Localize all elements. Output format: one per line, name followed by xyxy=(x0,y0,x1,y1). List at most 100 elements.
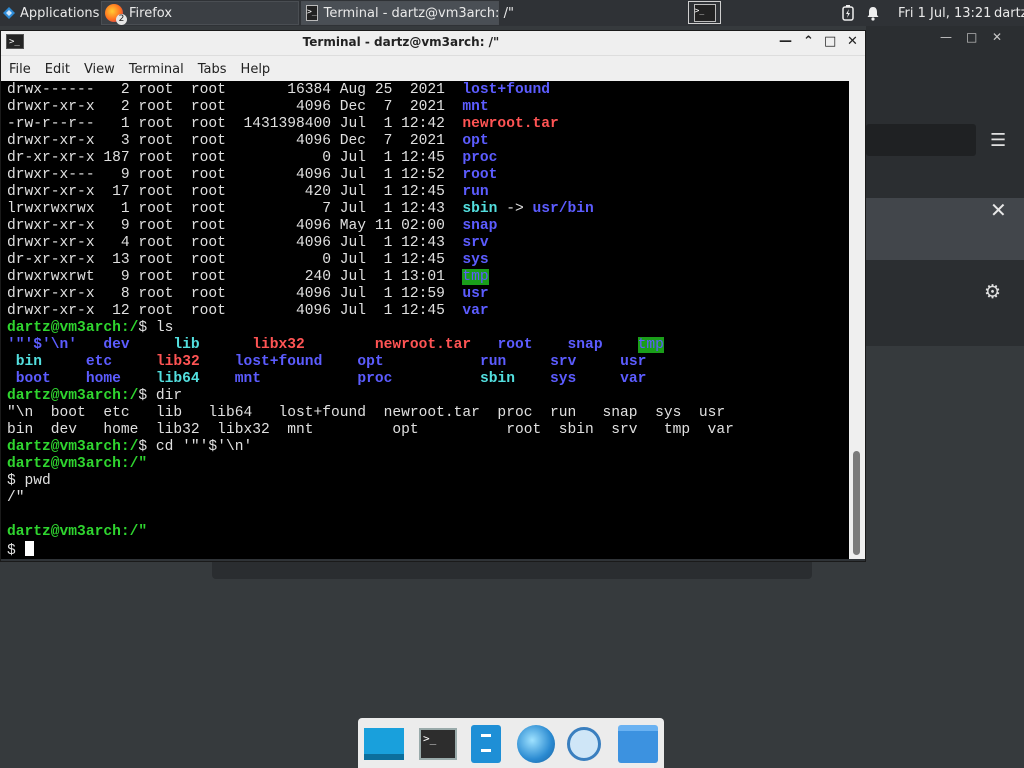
terminal-text-segment: var xyxy=(462,303,489,319)
terminal-scrollbar[interactable] xyxy=(849,81,865,559)
terminal-text-segment: sbin xyxy=(479,371,515,387)
power-icon[interactable] xyxy=(842,0,854,26)
terminal-text-segment: dr-xr-xr-x 13 root root 0 Jul 1 12:45 xyxy=(7,252,463,268)
terminal-line: drwxr-xr-x 9 root root 4096 May 11 02:00… xyxy=(7,218,734,235)
terminal-text-segment: drwxr-xr-x 9 root root 4096 May 11 02:00 xyxy=(7,218,463,234)
menu-view[interactable]: View xyxy=(78,62,121,77)
workspace-switcher[interactable]: >_ xyxy=(688,1,721,24)
dock-show-desktop[interactable] xyxy=(362,723,406,765)
terminal-line: drwx------ 2 root root 16384 Aug 25 2021… xyxy=(7,82,734,99)
background-window: — □ ✕ ☰ ✕ ⚙ xyxy=(866,26,1024,346)
clock[interactable]: Fri 1 Jul, 13:21 xyxy=(898,0,991,26)
dock-file-manager[interactable] xyxy=(616,723,660,765)
notifications-bell-icon[interactable] xyxy=(866,0,880,26)
terminal-text-segment: drwxr-xr-x 12 root root 4096 Jul 1 12:45 xyxy=(7,303,463,319)
terminal-text-segment: $ dir xyxy=(138,388,183,404)
terminal-text-segment: tmp xyxy=(462,269,489,285)
background-address-field[interactable] xyxy=(866,124,976,156)
bg-maximize-icon[interactable]: □ xyxy=(966,30,977,44)
terminal-text-segment: proc xyxy=(357,371,393,387)
battery-icon xyxy=(842,5,854,21)
dock-files[interactable] xyxy=(464,723,508,765)
terminal-text-segment: dev xyxy=(103,337,130,353)
terminal-text-segment: dr-xr-xr-x 187 root root 0 Jul 1 12:45 xyxy=(7,150,463,166)
magnifier-icon xyxy=(567,727,601,761)
terminal-line: dr-xr-xr-x 13 root root 0 Jul 1 12:45 sy… xyxy=(7,252,734,269)
terminal-text-segment: lrwxrwxrwx 1 root root 7 Jul 1 12:43 xyxy=(7,201,463,217)
terminal-text-segment: snap xyxy=(462,218,498,234)
menu-terminal[interactable]: Terminal xyxy=(123,62,190,77)
card-close-icon[interactable]: ✕ xyxy=(990,198,1007,222)
menu-tabs[interactable]: Tabs xyxy=(192,62,233,77)
window-count-badge: 2 xyxy=(116,14,127,25)
taskbar-terminal-label: Terminal - dartz@vm3arch: /" xyxy=(323,5,514,21)
terminal-text-segment: lost+found xyxy=(234,354,323,370)
taskbar-firefox[interactable]: 2 Firefox xyxy=(101,1,299,25)
dock-web-browser[interactable] xyxy=(514,723,558,765)
menu-edit[interactable]: Edit xyxy=(39,62,76,77)
terminal-line: drwxr-xr-x 3 root root 4096 Dec 7 2021 o… xyxy=(7,133,734,150)
terminal-text-segment: boot xyxy=(15,371,51,387)
terminal-title: Terminal - dartz@vm3arch: /" xyxy=(302,35,500,49)
terminal-line: boot home lib64 mnt proc sbin sys var xyxy=(7,371,734,388)
terminal-text-segment: usr xyxy=(620,354,647,370)
firefox-icon: 2 xyxy=(105,4,127,25)
background-notification-card: ✕ xyxy=(866,198,1024,260)
terminal-cursor xyxy=(24,541,34,556)
scrollbar-thumb[interactable] xyxy=(853,451,860,555)
terminal-text-segment: -> xyxy=(497,201,533,217)
terminal-text-segment: lost+found xyxy=(462,82,550,98)
terminal-text-segment: lib32 xyxy=(155,354,200,370)
hamburger-menu-icon[interactable]: ☰ xyxy=(990,130,1006,151)
bg-close-icon[interactable]: ✕ xyxy=(992,30,1002,44)
terminal-text-segment: mnt xyxy=(234,371,261,387)
close-icon[interactable]: ✕ xyxy=(847,34,858,49)
terminal-output[interactable]: drwx------ 2 root root 16384 Aug 25 2021… xyxy=(1,81,849,559)
terminal-text-segment: lib xyxy=(173,337,200,353)
user-menu[interactable]: dartz xyxy=(994,0,1024,26)
terminal-line: drwxrwxrwt 9 root root 240 Jul 1 13:01 t… xyxy=(7,269,734,286)
terminal-line: dartz@vm3arch:/$ cd '"'$'\n' xyxy=(7,439,734,456)
maximize-icon[interactable]: □ xyxy=(824,34,836,49)
terminal-text-segment: $ ls xyxy=(138,320,174,336)
bg-minimize-icon[interactable]: — xyxy=(940,30,952,44)
terminal-line: bin dev home lib32 libx32 mnt opt root s… xyxy=(7,422,734,439)
terminal-text-segment: root xyxy=(462,167,498,183)
terminal-text-segment: newroot.tar xyxy=(374,337,472,353)
terminal-app-icon: >_ xyxy=(419,728,457,760)
gear-icon[interactable]: ⚙ xyxy=(984,281,1001,303)
terminal-text-segment: drwxr-x--- 9 root root 4096 Jul 1 12:52 xyxy=(7,167,463,183)
menu-file[interactable]: File xyxy=(3,62,37,77)
applications-label: Applications xyxy=(20,5,100,21)
terminal-text-segment: opt xyxy=(357,354,384,370)
terminal-text-segment: run xyxy=(462,184,489,200)
applications-menu[interactable]: Applications xyxy=(0,0,99,26)
globe-icon xyxy=(517,725,555,763)
minimize-icon[interactable]: — xyxy=(779,34,792,49)
menu-help[interactable]: Help xyxy=(235,62,277,77)
background-window-titlebar: — □ ✕ xyxy=(866,26,1024,50)
terminal-text-segment: dartz@vm3arch:/ xyxy=(7,388,139,404)
terminal-text-segment: newroot.tar xyxy=(462,116,559,132)
restore-up-icon[interactable]: ⌃ xyxy=(803,34,814,49)
terminal-text-segment: opt xyxy=(462,133,489,149)
taskbar-firefox-label: Firefox xyxy=(129,5,173,21)
terminal-text-segment: sys xyxy=(462,252,489,268)
workspace-terminal-icon: >_ xyxy=(693,3,716,22)
dock-terminal[interactable]: >_ xyxy=(416,723,460,765)
taskbar-terminal[interactable]: >_ Terminal - dartz@vm3arch: /" xyxy=(301,1,514,25)
terminal-titlebar[interactable]: >_ Terminal - dartz@vm3arch: /" — ⌃ □ ✕ xyxy=(1,31,865,55)
dock-search[interactable] xyxy=(562,723,606,765)
